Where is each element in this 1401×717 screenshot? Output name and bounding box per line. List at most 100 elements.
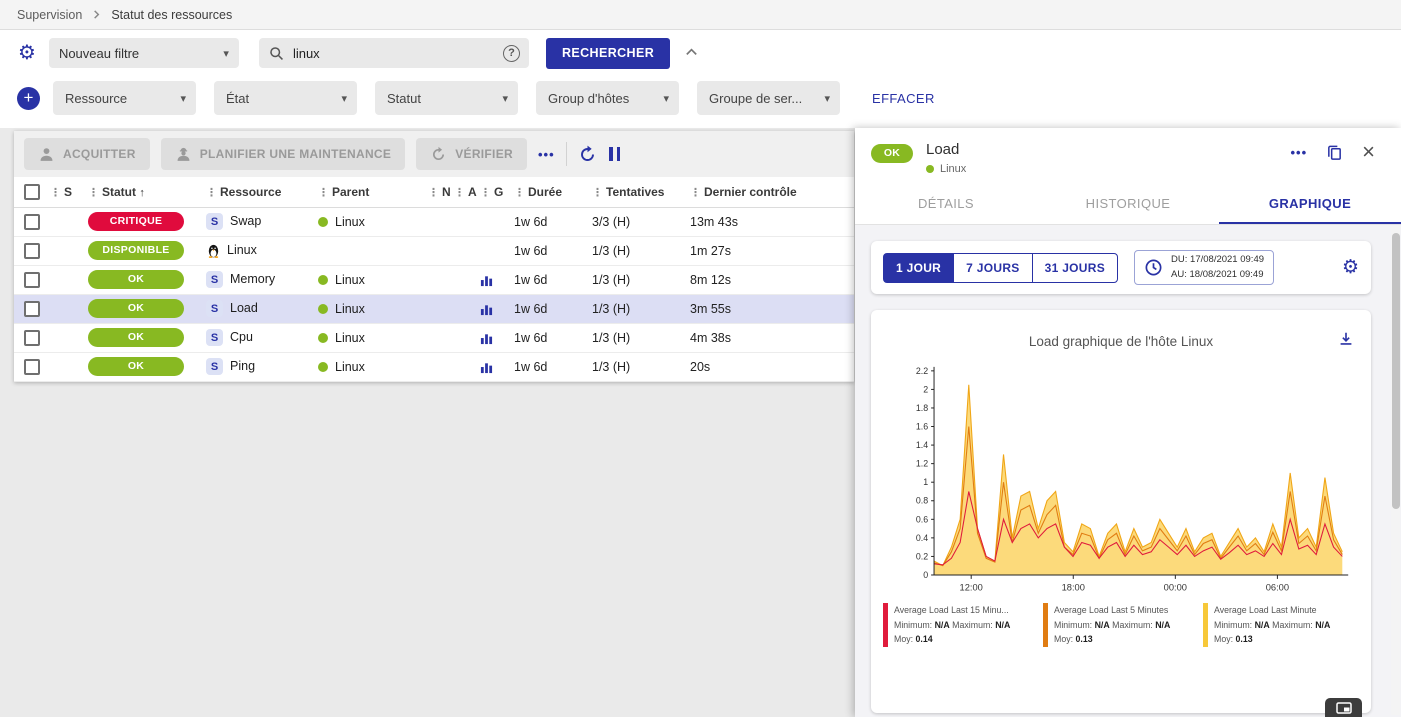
clear-filters-button[interactable]: EFFACER [872,91,935,106]
acknowledge-button[interactable]: ACQUITTER [24,138,150,170]
resources-table: ⋮S⋮Statut ↑⋮Ressource⋮Parent⋮N⋮A⋮G⋮Durée… [14,177,854,382]
breadcrumb-item-statut-des-ressources[interactable]: Statut des ressources [111,8,232,22]
parent-name[interactable]: Linux [335,273,365,287]
filter-dropdown-0[interactable]: Ressource▾ [53,81,196,115]
help-icon[interactable]: ? [503,45,520,62]
column-menu-icon[interactable]: ⋮ [480,187,491,199]
resource-name[interactable]: Load [230,301,258,315]
scrollbar[interactable] [1391,226,1400,715]
chevron-up-icon[interactable] [684,44,699,62]
row-checkbox[interactable] [24,330,40,346]
table-row[interactable]: DISPONIBLELinux1w 6d1/3 (H)1m 27s [14,236,854,265]
row-checkbox[interactable] [24,243,40,259]
scrollbar-thumb[interactable] [1392,233,1400,509]
status-badge: OK [88,299,184,318]
search-input[interactable] [293,46,468,61]
column-menu-icon[interactable]: ⋮ [592,187,603,199]
resource-name[interactable]: Ping [230,359,255,373]
pause-icon[interactable] [608,147,622,161]
column-menu-icon[interactable]: ⋮ [690,187,701,199]
legend-item[interactable]: Average Load Last 15 Minu...Minimum: N/A… [883,603,1035,647]
range-button-7jours[interactable]: 7 JOURS [953,253,1032,283]
legend-item[interactable]: Average Load Last 5 MinutesMinimum: N/A … [1043,603,1195,647]
status-badge: OK [871,144,913,163]
column-menu-icon[interactable]: ⋮ [428,187,439,199]
severity-cell [50,207,88,236]
column-menu-icon[interactable]: ⋮ [454,187,465,199]
resource-name[interactable]: Cpu [230,330,253,344]
column-header-s[interactable]: ⋮S [50,177,88,207]
tab-historique[interactable]: HISTORIQUE [1037,184,1219,224]
filter-settings-gear-icon[interactable]: ⚙ [18,43,36,63]
check-button[interactable]: VÉRIFIER [416,138,527,170]
chart-legend: Average Load Last 15 Minu...Minimum: N/A… [883,603,1359,647]
range-button-1jour[interactable]: 1 JOUR [883,253,954,283]
table-row[interactable]: OKSCpuLinux1w 6d1/3 (H)4m 38s [14,323,854,352]
column-header-statut[interactable]: ⋮Statut ↑ [88,177,206,207]
table-row[interactable]: OKSLoadLinux1w 6d1/3 (H)3m 55s [14,294,854,323]
tab-details[interactable]: DÉTAILS [855,184,1037,224]
graph-settings-gear-icon[interactable]: ⚙ [1342,258,1359,277]
column-menu-icon[interactable]: ⋮ [206,187,217,199]
legend-item[interactable]: Average Load Last MinuteMinimum: N/A Max… [1203,603,1355,647]
column-header-ressource[interactable]: ⋮Ressource [206,177,318,207]
panel-more-actions-icon[interactable]: ••• [1290,145,1307,160]
sort-asc-icon[interactable]: ↑ [139,187,145,199]
search-box[interactable]: ? [259,38,529,68]
close-icon[interactable]: × [1362,141,1375,163]
date-range-picker[interactable]: DU: 17/08/2021 09:49 AU: 18/08/2021 09:4… [1134,250,1274,285]
breadcrumb-item-supervision[interactable]: Supervision [17,8,82,22]
filter-dropdown-4[interactable]: Groupe de ser...▾ [697,81,840,115]
filter-dropdown-2[interactable]: Statut▾ [375,81,518,115]
table-row[interactable]: CRITIQUESSwapLinux1w 6d3/3 (H)13m 43s [14,207,854,236]
refresh-icon[interactable] [578,145,597,164]
more-actions-icon[interactable]: ••• [538,147,555,162]
graph-icon[interactable] [480,332,493,345]
column-header-tentatives[interactable]: ⋮Tentatives [592,177,690,207]
y-tick-label: 1.6 [916,422,928,432]
resource-name[interactable]: Linux [227,243,257,257]
filter-dropdown-1[interactable]: État▾ [214,81,357,115]
search-button[interactable]: RECHERCHER [546,38,670,69]
column-header-derniercontrle[interactable]: ⋮Dernier contrôle [690,177,854,207]
column-menu-icon[interactable]: ⋮ [88,187,99,199]
filter-dropdown-3[interactable]: Group d'hôtes▾ [536,81,679,115]
column-menu-icon[interactable]: ⋮ [318,187,329,199]
screen-overlay-indicator[interactable] [1325,698,1362,717]
ack-cell [454,236,480,265]
table-row[interactable]: OKSPingLinux1w 6d1/3 (H)20s [14,352,854,381]
parent-name[interactable]: Linux [335,360,365,374]
resource-name[interactable]: Swap [230,214,261,228]
resource-name[interactable]: Memory [230,272,275,286]
graph-icon[interactable] [480,274,493,287]
column-header-dure[interactable]: ⋮Durée [514,177,592,207]
add-filter-button[interactable]: + [17,87,40,110]
row-checkbox[interactable] [24,214,40,230]
select-all-checkbox[interactable] [24,184,40,200]
column-menu-icon[interactable]: ⋮ [514,187,525,199]
parent-name[interactable]: Linux [335,215,365,229]
graph-icon[interactable] [480,303,493,316]
tries-cell: 3/3 (H) [592,207,690,236]
row-checkbox[interactable] [24,272,40,288]
parent-name[interactable]: Linux [335,331,365,345]
maintenance-button[interactable]: PLANIFIER UNE MAINTENANCE [161,138,406,170]
column-header-a[interactable]: ⋮A [454,177,480,207]
range-button-31jours[interactable]: 31 JOURS [1032,253,1118,283]
parent-name[interactable]: Linux [335,302,365,316]
row-checkbox[interactable] [24,301,40,317]
row-checkbox[interactable] [24,359,40,375]
column-header-g[interactable]: ⋮G [480,177,514,207]
graph-icon[interactable] [480,361,493,374]
service-icon: S [206,271,223,288]
copy-link-icon[interactable] [1326,144,1343,161]
column-menu-icon[interactable]: ⋮ [50,187,61,199]
table-row[interactable]: OKSMemoryLinux1w 6d1/3 (H)8m 12s [14,265,854,294]
tab-graphique[interactable]: GRAPHIQUE [1219,184,1401,224]
export-chart-icon[interactable] [1337,330,1355,348]
column-header-parent[interactable]: ⋮Parent [318,177,428,207]
column-header-n[interactable]: ⋮N [428,177,454,207]
severity-cell [50,294,88,323]
saved-filter-select[interactable]: Nouveau filtre ▾ [49,38,239,68]
panel-parent-name[interactable]: Linux [940,163,966,175]
